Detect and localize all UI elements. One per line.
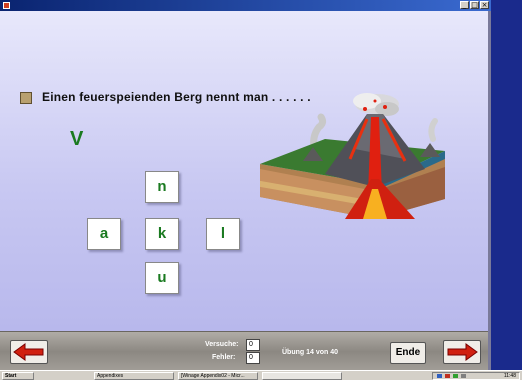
taskbar-item-app[interactable]	[262, 372, 342, 380]
exercise-area: Einen feuerspeienden Berg nennt man . . …	[0, 11, 488, 331]
letter-tile-u[interactable]: u	[145, 262, 179, 294]
letter-tile-l[interactable]: l	[206, 218, 240, 250]
end-button[interactable]: Ende	[390, 342, 426, 364]
tray-app-icon[interactable]	[453, 374, 458, 378]
letter-tile-k[interactable]: k	[145, 218, 179, 250]
answer-display: V	[70, 128, 84, 150]
letter-tile-n[interactable]: n	[145, 171, 179, 203]
close-button[interactable]: ×	[480, 1, 489, 9]
letter-tile-a[interactable]: a	[87, 218, 121, 250]
app-window: _ □ × Einen feuerspeienden Berg nennt ma…	[0, 0, 491, 371]
tray-network-icon[interactable]	[437, 374, 442, 378]
tray-volume-icon[interactable]	[461, 374, 466, 378]
taskbar: Start Appendixes [Winage Appendix02 - Mi…	[0, 370, 522, 380]
errors-value: 0	[246, 352, 260, 364]
previous-button[interactable]	[10, 340, 48, 364]
next-button[interactable]	[443, 340, 481, 364]
maximize-button[interactable]: □	[470, 1, 479, 9]
control-bar: Versuche: 0 Fehler: 0 Übung 14 von 40 En…	[0, 331, 488, 371]
taskbar-item-appendixes[interactable]: Appendixes	[94, 372, 174, 380]
minimize-button[interactable]: _	[460, 1, 469, 9]
taskbar-item-word[interactable]: [Winage Appendix02 - Micr...	[178, 372, 258, 380]
left-arrow-icon	[13, 343, 44, 361]
system-tray: 11:48	[432, 372, 520, 380]
tray-security-icon[interactable]	[445, 374, 450, 378]
errors-label: Fehler:	[212, 354, 236, 361]
start-button[interactable]: Start	[2, 372, 34, 380]
attempts-value: 0	[246, 339, 260, 351]
title-bar: _ □ ×	[0, 0, 491, 11]
clock: 11:48	[503, 373, 516, 379]
app-icon[interactable]	[3, 2, 10, 9]
attempts-label: Versuche:	[205, 341, 239, 348]
volcano-illustration	[260, 93, 445, 219]
exercise-progress: Übung 14 von 40	[282, 349, 339, 356]
speaker-icon[interactable]	[20, 92, 32, 104]
right-arrow-icon	[447, 343, 478, 361]
window-edge	[488, 11, 491, 370]
